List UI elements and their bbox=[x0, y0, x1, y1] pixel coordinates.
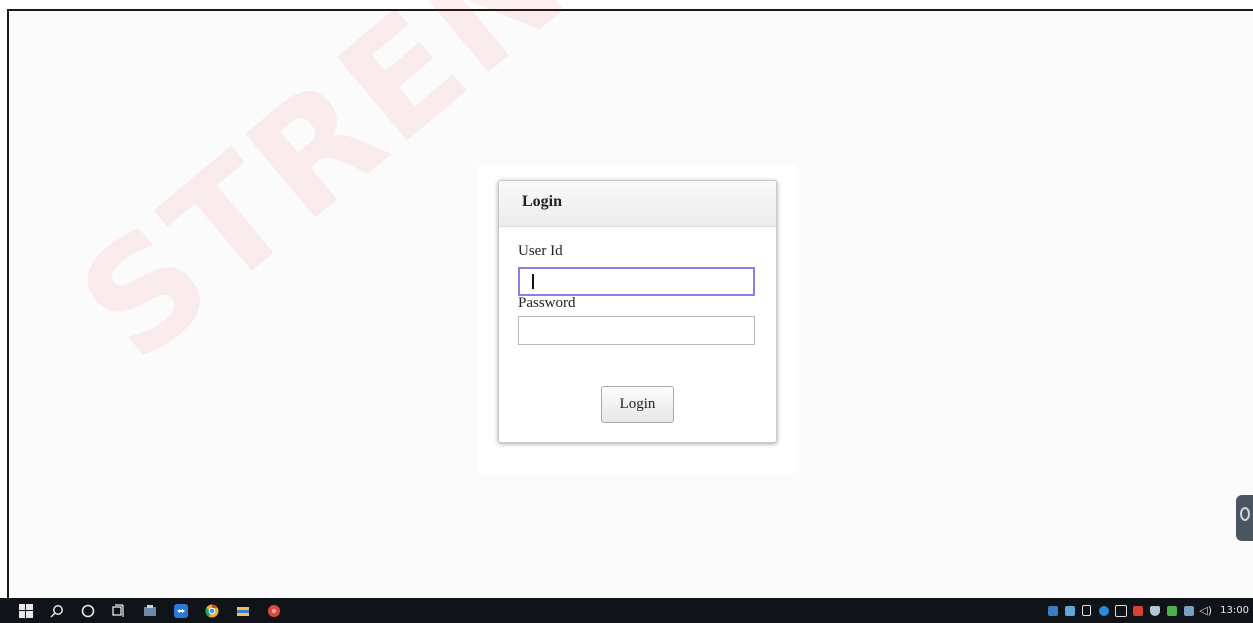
hp-icon[interactable] bbox=[1095, 598, 1112, 623]
cortana-icon[interactable] bbox=[72, 598, 103, 623]
text-caret bbox=[532, 274, 534, 289]
usb-icon[interactable] bbox=[1078, 598, 1095, 623]
taskbar-clock[interactable]: 13:00 bbox=[1214, 605, 1249, 616]
login-button[interactable]: Login bbox=[601, 386, 674, 423]
file-explorer-icon[interactable] bbox=[227, 598, 258, 623]
login-title: Login bbox=[522, 193, 563, 210]
display-icon[interactable] bbox=[1112, 598, 1129, 623]
task-view-icon[interactable] bbox=[103, 598, 134, 623]
windows-start-icon[interactable] bbox=[10, 598, 41, 623]
volume-icon[interactable]: ◁) bbox=[1197, 598, 1214, 623]
app-tray-icon-3[interactable] bbox=[1163, 598, 1180, 623]
taskbar-apps bbox=[0, 598, 289, 623]
system-tray: ◁) 13:00 bbox=[1044, 598, 1253, 623]
network-icon[interactable] bbox=[1044, 598, 1061, 623]
app-icon[interactable] bbox=[134, 598, 165, 623]
search-icon[interactable] bbox=[41, 598, 72, 623]
side-tab-widget[interactable] bbox=[1236, 495, 1253, 541]
login-header: Login bbox=[499, 181, 776, 227]
password-input[interactable] bbox=[518, 316, 755, 345]
taskbar: ◁) 13:00 bbox=[0, 598, 1253, 623]
app-tray-icon[interactable] bbox=[1061, 598, 1078, 623]
app-red-icon[interactable] bbox=[258, 598, 289, 623]
chrome-icon[interactable] bbox=[196, 598, 227, 623]
side-tab-icon bbox=[1240, 507, 1250, 521]
user-id-input[interactable] bbox=[518, 267, 755, 296]
teamviewer-icon[interactable] bbox=[165, 598, 196, 623]
user-id-label: User Id bbox=[518, 243, 563, 259]
password-label: Password bbox=[518, 295, 576, 311]
shield-icon[interactable] bbox=[1146, 598, 1163, 623]
battery-icon[interactable] bbox=[1180, 598, 1197, 623]
app-tray-icon-2[interactable] bbox=[1129, 598, 1146, 623]
login-panel: Login User Id Password Login bbox=[498, 180, 777, 443]
